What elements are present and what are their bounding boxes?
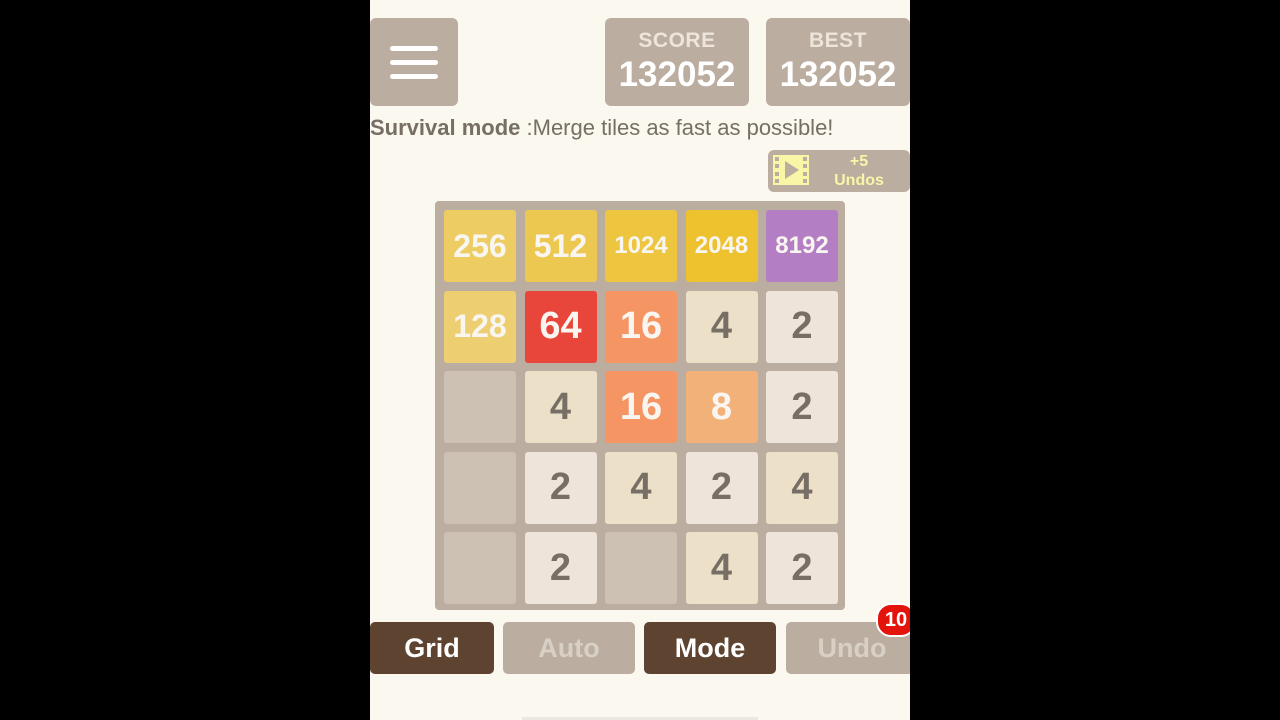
undos-label: Undos xyxy=(834,172,884,189)
tile: 16 xyxy=(605,371,677,443)
tile: 4 xyxy=(524,371,597,443)
mode-button[interactable]: Mode xyxy=(644,622,776,674)
film-video-icon xyxy=(773,155,809,185)
empty-cell xyxy=(444,532,516,604)
tile: 64 xyxy=(524,290,597,363)
menu-button[interactable] xyxy=(370,18,458,106)
score-value: 132052 xyxy=(618,55,736,94)
tile: 8192 xyxy=(766,210,838,282)
mode-text: :Merge tiles as fast as possible! xyxy=(520,115,834,140)
game-board[interactable]: 256 512 1024 2048 8192 128 64 16 4 2 4 16 8 2 2 4 2 4 2 4 2 xyxy=(435,201,845,610)
best-label: BEST xyxy=(808,29,867,52)
empty-cell xyxy=(605,532,677,604)
tile: 2 xyxy=(524,451,597,524)
empty-cell xyxy=(444,371,516,443)
tile: 4 xyxy=(766,451,838,524)
score-box: SCORE 132052 xyxy=(605,18,749,106)
watch-video-undos-button[interactable]: +5 Undos xyxy=(768,150,910,192)
empty-cell xyxy=(444,451,516,524)
score-label: SCORE xyxy=(638,29,716,52)
tile: 4 xyxy=(685,532,758,604)
mode-name: Survival mode xyxy=(370,115,521,140)
tile: 2 xyxy=(524,532,597,604)
game-screen: SCORE 132052 BEST 132052 Survival mode :… xyxy=(370,0,910,720)
tile: 128 xyxy=(444,290,516,363)
undo-count-badge: 10 xyxy=(876,603,910,637)
tile: 4 xyxy=(605,451,677,524)
mode-description: Survival mode :Merge tiles as fast as po… xyxy=(370,115,910,141)
tile: 2048 xyxy=(685,210,758,282)
menu-icon-bar xyxy=(390,74,438,79)
tile: 16 xyxy=(605,290,677,363)
tile: 1024 xyxy=(605,210,677,282)
tile: 2 xyxy=(766,290,838,363)
menu-icon xyxy=(390,46,438,51)
grid-button[interactable]: Grid xyxy=(370,622,494,674)
tile: 256 xyxy=(444,210,516,282)
undos-count: +5 xyxy=(849,153,869,170)
auto-button[interactable]: Auto xyxy=(503,622,635,674)
tile: 2 xyxy=(685,451,758,524)
best-box: BEST 132052 xyxy=(766,18,910,106)
tile: 8 xyxy=(685,371,758,443)
menu-icon-bar xyxy=(390,60,438,65)
tile: 2 xyxy=(766,371,838,443)
tile: 512 xyxy=(524,210,597,282)
tile: 2 xyxy=(766,532,838,604)
tile: 4 xyxy=(685,290,758,363)
best-value: 132052 xyxy=(779,55,897,94)
